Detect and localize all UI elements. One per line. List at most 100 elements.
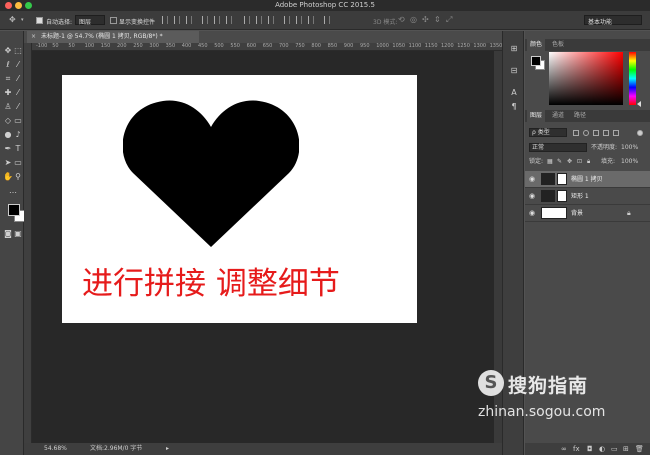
adjustment-icon[interactable]: ◐	[599, 445, 605, 453]
layer-thumbnail	[541, 173, 555, 185]
filter-smart-object-icon[interactable]	[613, 130, 619, 136]
auto-align-icon[interactable]	[324, 16, 330, 24]
trash-icon[interactable]: 🗑︎	[635, 445, 644, 453]
layer-filter-dropdown[interactable]: ρ 类型	[529, 128, 567, 137]
3d-roll-icon[interactable]: ◎	[410, 15, 417, 25]
tab-color[interactable]: 颜色	[527, 39, 546, 51]
layer-name[interactable]: 椭圆 1 拷贝	[571, 171, 603, 188]
align-left-icon[interactable]	[202, 16, 208, 24]
character-panel-icon[interactable]: A	[509, 88, 519, 98]
lock-artboard-icon[interactable]: ⊡	[577, 157, 582, 166]
zoom-tool-icon[interactable]: ⚲	[13, 172, 23, 182]
rectangle-tool-icon[interactable]: ▭	[13, 158, 23, 168]
mask-icon[interactable]: ◘	[587, 445, 593, 453]
folder-icon[interactable]: ▭	[611, 445, 618, 453]
lock-transparency-icon[interactable]: ▦	[547, 157, 553, 166]
filter-toggle-icon[interactable]	[637, 130, 643, 136]
properties-panel-icon[interactable]: ⊟	[509, 66, 519, 76]
align-right-icon[interactable]	[226, 16, 232, 24]
hue-slider-handle[interactable]	[637, 101, 641, 107]
layer-name[interactable]: 背景	[571, 205, 583, 222]
eye-icon[interactable]: ◉	[529, 192, 535, 200]
screen-mode-icon[interactable]: ▣	[13, 229, 23, 239]
auto-select-dropdown[interactable]: 图层	[75, 15, 105, 26]
link-icon[interactable]: ∞	[561, 445, 567, 453]
lock-pixels-icon[interactable]: ✎	[557, 157, 562, 166]
filter-shape-icon[interactable]	[603, 130, 609, 136]
distribute-hcenter-icon[interactable]	[296, 16, 302, 24]
tab-layers[interactable]: 图层	[527, 110, 546, 122]
healing-brush-tool-icon[interactable]: ✚	[3, 88, 13, 98]
hand-tool-icon[interactable]: ✋	[3, 172, 13, 182]
3d-drag-icon[interactable]: ✣	[422, 15, 429, 25]
align-hcenter-icon[interactable]	[214, 16, 220, 24]
layer-row[interactable]: ◉ 矩形 1	[525, 188, 650, 205]
3d-slide-icon[interactable]: ⇕	[434, 15, 441, 25]
gradient-tool-icon[interactable]: ▭	[13, 116, 23, 126]
blur-tool-icon[interactable]: ●	[3, 130, 13, 140]
chevron-right-icon[interactable]: ▸	[166, 443, 169, 455]
filter-type-icon[interactable]	[593, 130, 599, 136]
eraser-tool-icon[interactable]: ◇	[3, 116, 13, 126]
document-canvas[interactable]: 进行拼接 调整细节	[62, 75, 417, 323]
tab-channels[interactable]: 通道	[549, 110, 567, 122]
move-icon[interactable]: ✥	[9, 15, 16, 25]
fill-value[interactable]: 100%	[621, 157, 638, 166]
align-bottom-icon[interactable]	[186, 16, 192, 24]
paragraph-panel-icon[interactable]: ¶	[509, 102, 519, 112]
quick-mask-icon[interactable]: ◙	[3, 229, 13, 239]
blend-mode-dropdown[interactable]: 正常	[529, 143, 587, 152]
color-field[interactable]	[549, 52, 623, 105]
distribute-top-icon[interactable]	[244, 16, 250, 24]
dodge-tool-icon[interactable]: ♪	[13, 130, 23, 140]
layer-row[interactable]: ◉ 椭圆 1 拷贝	[525, 171, 650, 188]
close-tab-icon[interactable]: ×	[31, 31, 36, 43]
history-brush-tool-icon[interactable]: ⁄	[13, 102, 23, 112]
heart-shape[interactable]	[123, 97, 299, 247]
history-panel-icon[interactable]: ⊞	[509, 44, 519, 54]
3d-rotate-icon[interactable]: ⟲	[398, 15, 405, 25]
pen-tool-icon[interactable]: ✒	[3, 144, 13, 154]
more-tools-icon[interactable]: …	[8, 186, 18, 196]
foreground-color-swatch[interactable]	[8, 204, 20, 216]
3d-scale-icon[interactable]: ⤢	[446, 15, 452, 25]
lock-all-icon[interactable]: 🔒︎	[587, 157, 590, 166]
layer-row[interactable]: ◉ 背景 🔒︎	[525, 205, 650, 222]
path-select-tool-icon[interactable]: ➤	[3, 158, 13, 168]
eye-icon[interactable]: ◉	[529, 175, 535, 183]
opacity-value[interactable]: 100%	[621, 143, 638, 152]
distribute-bottom-icon[interactable]	[268, 16, 274, 24]
fx-icon[interactable]: fx	[573, 445, 580, 453]
align-vcenter-icon[interactable]	[174, 16, 180, 24]
align-distribute-icons	[162, 16, 362, 24]
distribute-left-icon[interactable]	[284, 16, 290, 24]
marquee-tool-icon[interactable]: ⬚	[13, 46, 23, 56]
move-tool-icon[interactable]: ✥	[3, 46, 13, 56]
tab-swatches[interactable]: 色板	[549, 39, 567, 51]
document-tab[interactable]: × 未标题-1 @ 54.7% (椭圆 1 拷贝, RGB/8*) *	[27, 31, 199, 43]
hue-slider[interactable]	[629, 52, 636, 105]
lock-position-icon[interactable]: ✥	[567, 157, 572, 166]
clone-stamp-tool-icon[interactable]: ♙	[3, 102, 13, 112]
quick-select-tool-icon[interactable]: ⁄	[13, 60, 23, 70]
tab-paths[interactable]: 路径	[571, 110, 589, 122]
filter-adjustment-icon[interactable]	[583, 130, 589, 136]
distribute-right-icon[interactable]	[308, 16, 314, 24]
brush-tool-icon[interactable]: ⁄	[13, 88, 23, 98]
type-tool-icon[interactable]: T	[13, 144, 23, 154]
filter-pixel-icon[interactable]	[573, 130, 579, 136]
crop-tool-icon[interactable]: ⌗	[3, 74, 13, 84]
chevron-down-icon[interactable]: ▾	[21, 15, 24, 25]
show-transform-checkbox[interactable]	[110, 17, 117, 24]
eyedropper-tool-icon[interactable]: ⁄	[13, 74, 23, 84]
align-top-icon[interactable]	[162, 16, 168, 24]
lasso-tool-icon[interactable]: ℓ	[3, 60, 13, 70]
distribute-vcenter-icon[interactable]	[256, 16, 262, 24]
layer-name[interactable]: 矩形 1	[571, 188, 589, 205]
panel-foreground-swatch[interactable]	[531, 56, 541, 66]
auto-select-checkbox[interactable]	[36, 17, 43, 24]
zoom-level[interactable]: 54.68%	[44, 443, 67, 455]
new-layer-icon[interactable]: ⊞	[623, 445, 629, 453]
workspace-dropdown[interactable]: 基本功能	[584, 15, 642, 26]
eye-icon[interactable]: ◉	[529, 209, 535, 217]
